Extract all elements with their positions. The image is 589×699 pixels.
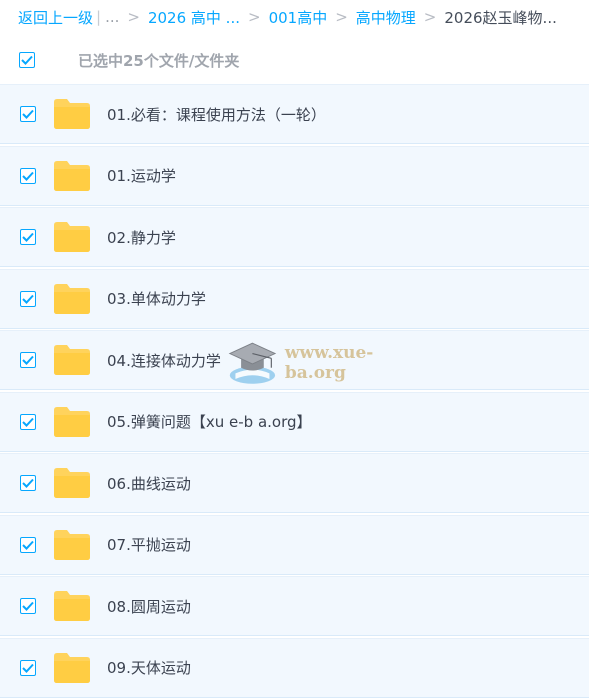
file-row[interactable]: 09.天体运动	[0, 637, 589, 698]
row-checkbox[interactable]	[20, 413, 36, 430]
graduation-cap-icon	[228, 342, 277, 384]
check-icon	[22, 540, 34, 550]
selection-count: 已选中25个文件/文件夹	[78, 51, 240, 70]
file-row[interactable]: 07.平抛运动	[0, 514, 589, 575]
check-icon	[22, 601, 34, 611]
selection-header: 已选中25个文件/文件夹	[0, 40, 589, 80]
check-icon	[22, 294, 34, 304]
check-icon	[22, 171, 34, 181]
check-icon	[22, 232, 34, 242]
folder-icon	[54, 529, 90, 560]
breadcrumb-item-2026[interactable]: 2026 高中 ...	[148, 7, 240, 28]
row-checkbox[interactable]	[20, 536, 36, 553]
check-icon	[22, 478, 34, 488]
breadcrumb-item-physics[interactable]: 高中物理	[356, 7, 416, 28]
row-checkbox[interactable]	[20, 290, 36, 307]
select-all-checkbox[interactable]	[19, 52, 35, 68]
file-name[interactable]: 01.运动学	[107, 165, 176, 186]
chevron-right-icon: >	[335, 8, 348, 26]
check-icon	[22, 109, 34, 119]
folder-icon	[54, 406, 90, 437]
file-name[interactable]: 09.天体运动	[107, 657, 191, 678]
file-name[interactable]: 01.必看：课程使用方法（一轮）	[107, 104, 326, 125]
breadcrumb-ellipsis[interactable]: ...	[105, 8, 119, 26]
row-checkbox[interactable]	[20, 598, 36, 614]
file-name[interactable]: 04.连接体动力学	[107, 350, 221, 371]
file-list: 01.必看：课程使用方法（一轮） 01.运动学 02.静力学 03.单体动力学 04.连…	[0, 84, 589, 699]
file-row[interactable]: 02.静力学	[0, 207, 589, 267]
file-row[interactable]: 01.运动学	[0, 145, 589, 206]
file-row[interactable]: 03.单体动力学	[0, 268, 589, 329]
file-name[interactable]: 06.曲线运动	[107, 473, 191, 494]
back-link[interactable]: 返回上一级	[18, 7, 93, 28]
row-checkbox[interactable]	[20, 659, 36, 676]
folder-icon	[54, 591, 90, 621]
check-icon	[21, 55, 33, 65]
row-checkbox[interactable]	[20, 229, 36, 245]
folder-icon	[54, 160, 90, 191]
folder-icon	[54, 283, 90, 314]
folder-icon	[54, 652, 90, 683]
watermark: www.xue-ba.org	[226, 336, 426, 390]
file-row[interactable]: 08.圆周运动	[0, 576, 589, 636]
folder-icon	[54, 345, 90, 375]
check-icon	[22, 663, 34, 673]
row-checkbox[interactable]	[20, 352, 36, 368]
row-checkbox[interactable]	[20, 475, 36, 491]
breadcrumb-divider: |	[96, 8, 102, 26]
chevron-right-icon: >	[127, 8, 140, 26]
file-name[interactable]: 02.静力学	[107, 227, 176, 248]
file-name[interactable]: 07.平抛运动	[107, 534, 191, 555]
file-row[interactable]: 01.必看：课程使用方法（一轮）	[0, 84, 589, 144]
watermark-text: www.xue-ba.org	[284, 343, 374, 383]
check-icon	[22, 355, 34, 365]
folder-icon	[54, 468, 90, 498]
file-name[interactable]: 08.圆周运动	[107, 596, 191, 617]
file-name[interactable]: 05.弹簧问题【xu e-b a.org】	[107, 411, 312, 432]
chevron-right-icon: >	[423, 8, 437, 26]
chevron-right-icon: >	[247, 8, 261, 26]
row-checkbox[interactable]	[20, 167, 36, 184]
row-checkbox[interactable]	[20, 106, 36, 122]
file-row[interactable]: 06.曲线运动	[0, 453, 589, 513]
breadcrumb-current: 2026赵玉峰物...	[444, 8, 557, 27]
breadcrumb: 返回上一级 | ... > 2026 高中 ... > 001高中 > 高中物理…	[0, 0, 589, 34]
file-name[interactable]: 03.单体动力学	[107, 288, 206, 309]
check-icon	[22, 417, 34, 427]
folder-icon	[54, 222, 90, 252]
file-row[interactable]: 05.弹簧问题【xu e-b a.org】	[0, 391, 589, 452]
breadcrumb-item-001[interactable]: 001高中	[269, 7, 328, 28]
folder-icon	[54, 99, 90, 129]
